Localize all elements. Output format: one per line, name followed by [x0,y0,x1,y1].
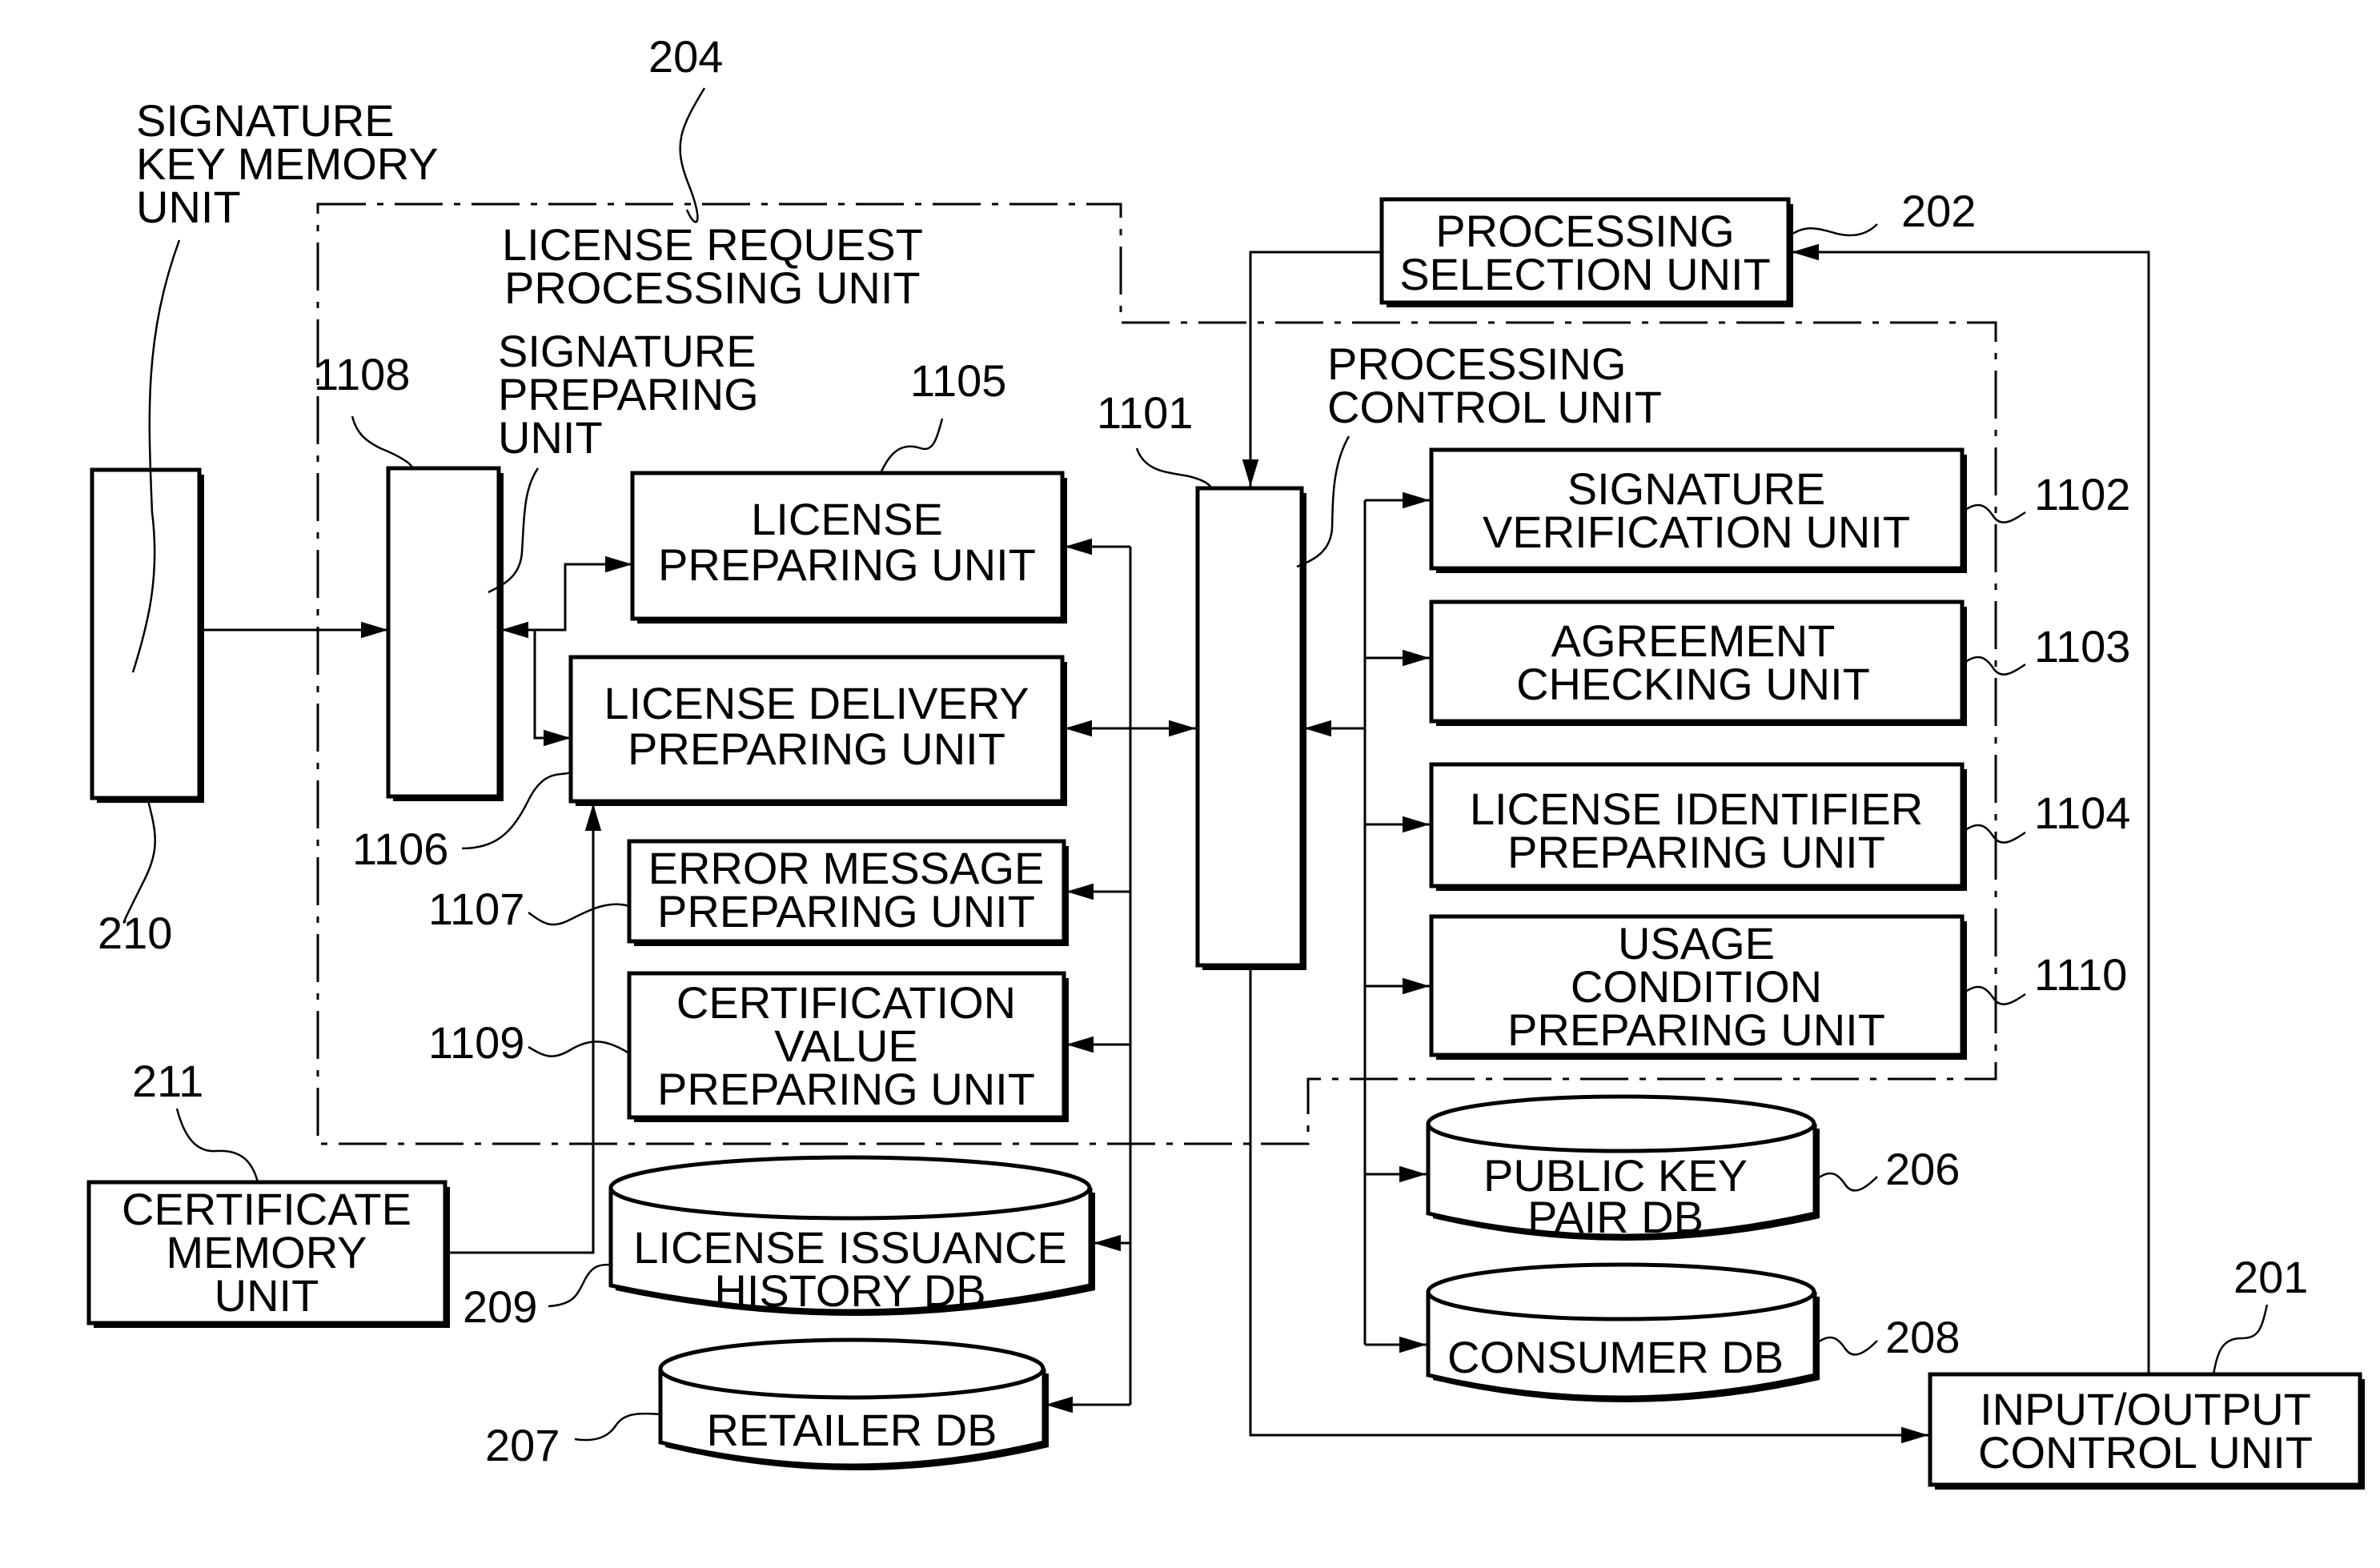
certification-value-preparing-unit: CERTIFICATION VALUE PREPARING UNIT [627,971,1069,1122]
leader-1110 [1961,985,2026,1005]
certificate-memory-line-3: UNIT [215,1270,319,1321]
block-diagram: LICENSE PREPARING UNIT LICENSE DELIVERY … [86,31,2365,1490]
leader-208 [1814,1336,1878,1356]
license-delivery-line-2: PREPARING UNIT [628,724,1005,774]
ref-1109: 1109 [428,1017,524,1068]
certification-value-line-3: PREPARING UNIT [657,1064,1035,1114]
signature-preparing-caption: SIGNATURE PREPARING UNIT [498,326,759,463]
license-preparing-line-2: PREPARING UNIT [658,539,1036,590]
ref-1106: 1106 [352,824,448,874]
signature-key-memory-caption: SIGNATURE KEY MEMORY UNIT [136,95,439,232]
leader-1109 [528,1041,630,1057]
processing-control-caption: PROCESSING CONTROL UNIT [1327,339,1662,432]
processing-selection-line-2: SELECTION UNIT [1399,249,1771,299]
leader-1107 [528,903,630,926]
pc-line-2: CONTROL UNIT [1327,382,1662,432]
ref-202: 202 [1901,186,1976,236]
leader-202 [1788,223,1878,238]
ref-209: 209 [463,1281,537,1332]
processing-selection-unit: PROCESSING SELECTION UNIT [1379,197,1793,307]
retailer-db: RETAILER DB [658,1337,1049,1470]
arrow-1108-to-1106 [533,630,571,747]
leader-207 [574,1412,661,1442]
ref-211: 211 [132,1056,203,1106]
arrow-1108-to-1105 [535,555,632,632]
input-output-line-2: CONTROL UNIT [1978,1427,2313,1478]
leader-206 [1814,1172,1878,1192]
license-identifier-line-2: PREPARING UNIT [1507,827,1885,877]
leader-211 [175,1108,259,1183]
ref-1103: 1103 [2034,621,2130,672]
agreement-checking-unit: AGREEMENT CHECKING UNIT [1429,600,1967,726]
sig-key-line-3: UNIT [136,182,241,232]
leader-201 [2212,1304,2269,1375]
leader-1102 [1961,503,2026,523]
consumer-db-label: CONSUMER DB [1447,1332,1784,1382]
ref-204: 204 [648,31,723,82]
ref-1102: 1102 [2034,469,2130,519]
leader-1101 [1135,447,1213,489]
leader-1103 [1961,656,2026,676]
license-identifier-preparing-unit: LICENSE IDENTIFIER PREPARING UNIT [1429,762,1967,891]
ref-208: 208 [1885,1312,1960,1362]
signature-key-memory-unit [90,467,204,803]
ref-207: 207 [485,1420,560,1470]
license-delivery-line-1: LICENSE DELIVERY [604,678,1029,728]
leader-204 [679,87,706,223]
ref-1104: 1104 [2034,788,2130,838]
ref-1107: 1107 [428,884,524,934]
ref-210: 210 [98,908,172,958]
agreement-checking-line-2: CHECKING UNIT [1516,659,1870,709]
consumer-db: CONSUMER DB [1426,1262,1820,1402]
public-key-pair-line-2: PAIR DB [1527,1192,1704,1242]
license-preparing-line-1: LICENSE [751,494,943,544]
license-preparing-unit: LICENSE PREPARING UNIT [630,471,1067,624]
ref-206: 206 [1885,1144,1960,1194]
license-issuance-line-2: HISTORY DB [714,1265,985,1316]
certificate-memory-unit: CERTIFICATE MEMORY UNIT [86,1180,450,1328]
sp-line-3: UNIT [498,412,603,463]
ref-1101: 1101 [1097,387,1193,438]
error-message-line-2: PREPARING UNIT [657,886,1035,936]
processing-control-unit [1195,486,1306,970]
input-output-control-unit: INPUT/OUTPUT CONTROL UNIT [1928,1372,2365,1490]
usage-condition-preparing-unit: USAGE CONDITION PREPARING UNIT [1429,914,1967,1060]
leader-1105 [879,418,944,474]
signature-verification-unit: SIGNATURE VERIFICATION UNIT [1429,447,1967,573]
signature-verification-line-2: VERIFICATION UNIT [1483,507,1910,557]
leader-1104 [1961,824,2026,844]
signature-preparing-unit [386,466,504,801]
lrp-line-2: PROCESSING UNIT [504,263,921,313]
usage-condition-line-3: PREPARING UNIT [1507,1005,1885,1055]
license-request-processing-caption: LICENSE REQUEST PROCESSING UNIT [502,219,923,313]
public-key-pair-db: PUBLIC KEY PAIR DB [1426,1094,1820,1242]
ref-201: 201 [2234,1252,2308,1302]
leader-1108 [351,415,414,469]
retailer-db-label: RETAILER DB [706,1405,997,1455]
error-message-preparing-unit: ERROR MESSAGE PREPARING UNIT [627,839,1069,946]
license-issuance-history-db: LICENSE ISSUANCE HISTORY DB [608,1155,1095,1316]
ref-1108: 1108 [314,349,410,399]
ref-1105: 1105 [910,355,1006,406]
leader-210 [122,800,156,924]
license-delivery-preparing-unit: LICENSE DELIVERY PREPARING UNIT [568,655,1067,806]
ref-1110: 1110 [2034,949,2127,1000]
leader-209 [548,1263,612,1308]
